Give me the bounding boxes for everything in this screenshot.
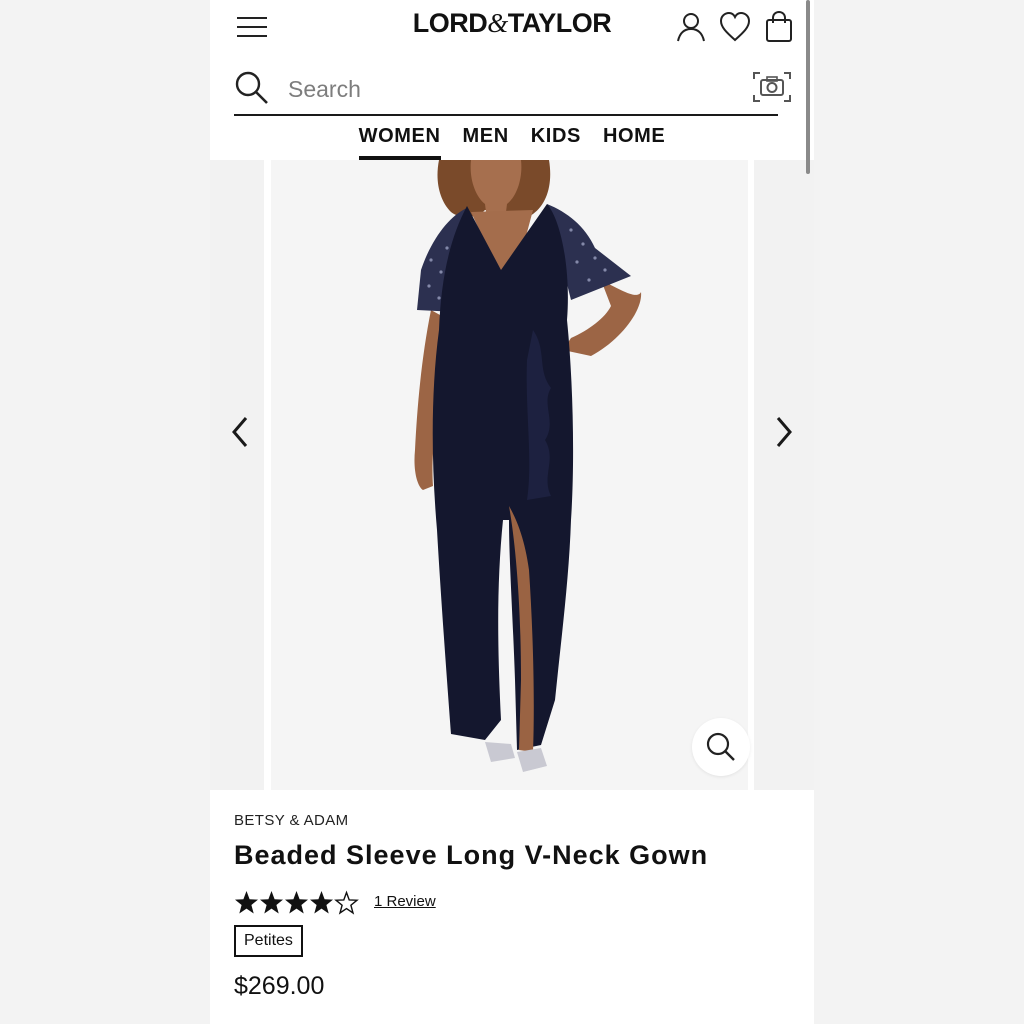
logo-text-right: TAYLOR <box>507 8 612 38</box>
product-image[interactable] <box>271 160 748 790</box>
zoom-button[interactable] <box>692 718 750 776</box>
rating-stars[interactable] <box>234 890 359 916</box>
logo-ampersand: & <box>487 8 508 38</box>
product-image-carousel[interactable] <box>210 160 814 790</box>
product-info: BETSY & ADAM Beaded Sleeve Long V-Neck G… <box>210 790 814 1024</box>
camera-icon[interactable] <box>752 70 792 104</box>
previous-image-peek <box>210 160 264 790</box>
product-price: $269.00 <box>234 972 325 1000</box>
account-icon[interactable] <box>674 10 708 44</box>
star-empty-icon <box>334 890 359 915</box>
product-brand[interactable]: BETSY & ADAM <box>234 812 349 829</box>
app-screen: LORD&TAYLOR WOMEN <box>210 0 814 1024</box>
scrollbar[interactable] <box>806 0 810 174</box>
gown-model-illustration <box>414 160 642 772</box>
star-filled-icon <box>260 891 283 914</box>
site-header: LORD&TAYLOR WOMEN <box>210 0 814 160</box>
search-icon[interactable] <box>234 70 270 106</box>
nav-item-kids[interactable]: KIDS <box>531 116 581 160</box>
star-filled-icon <box>285 891 308 914</box>
review-count-link[interactable]: 1 Review <box>374 893 436 910</box>
chevron-right-icon[interactable] <box>770 412 798 452</box>
chevron-left-icon[interactable] <box>226 412 254 452</box>
nav-item-home[interactable]: HOME <box>603 116 665 160</box>
search-bar <box>234 62 791 116</box>
search-input[interactable] <box>286 70 690 108</box>
product-title: Beaded Sleeve Long V-Neck Gown <box>234 840 709 870</box>
menu-icon[interactable] <box>236 14 268 40</box>
nav-item-women[interactable]: WOMEN <box>358 116 441 160</box>
star-filled-icon <box>235 891 258 914</box>
wishlist-heart-icon[interactable] <box>718 10 752 44</box>
carousel-gap <box>264 160 271 790</box>
next-image-peek <box>754 160 814 790</box>
zoom-icon <box>706 732 735 761</box>
brand-logo[interactable]: LORD&TAYLOR <box>360 8 664 39</box>
category-nav: WOMEN MEN KIDS HOME <box>210 116 814 160</box>
nav-item-men[interactable]: MEN <box>463 116 509 160</box>
logo-text-left: LORD <box>412 8 488 38</box>
shopping-bag-icon[interactable] <box>762 10 796 44</box>
star-filled-icon <box>310 891 333 914</box>
size-category-badge: Petites <box>234 925 303 957</box>
